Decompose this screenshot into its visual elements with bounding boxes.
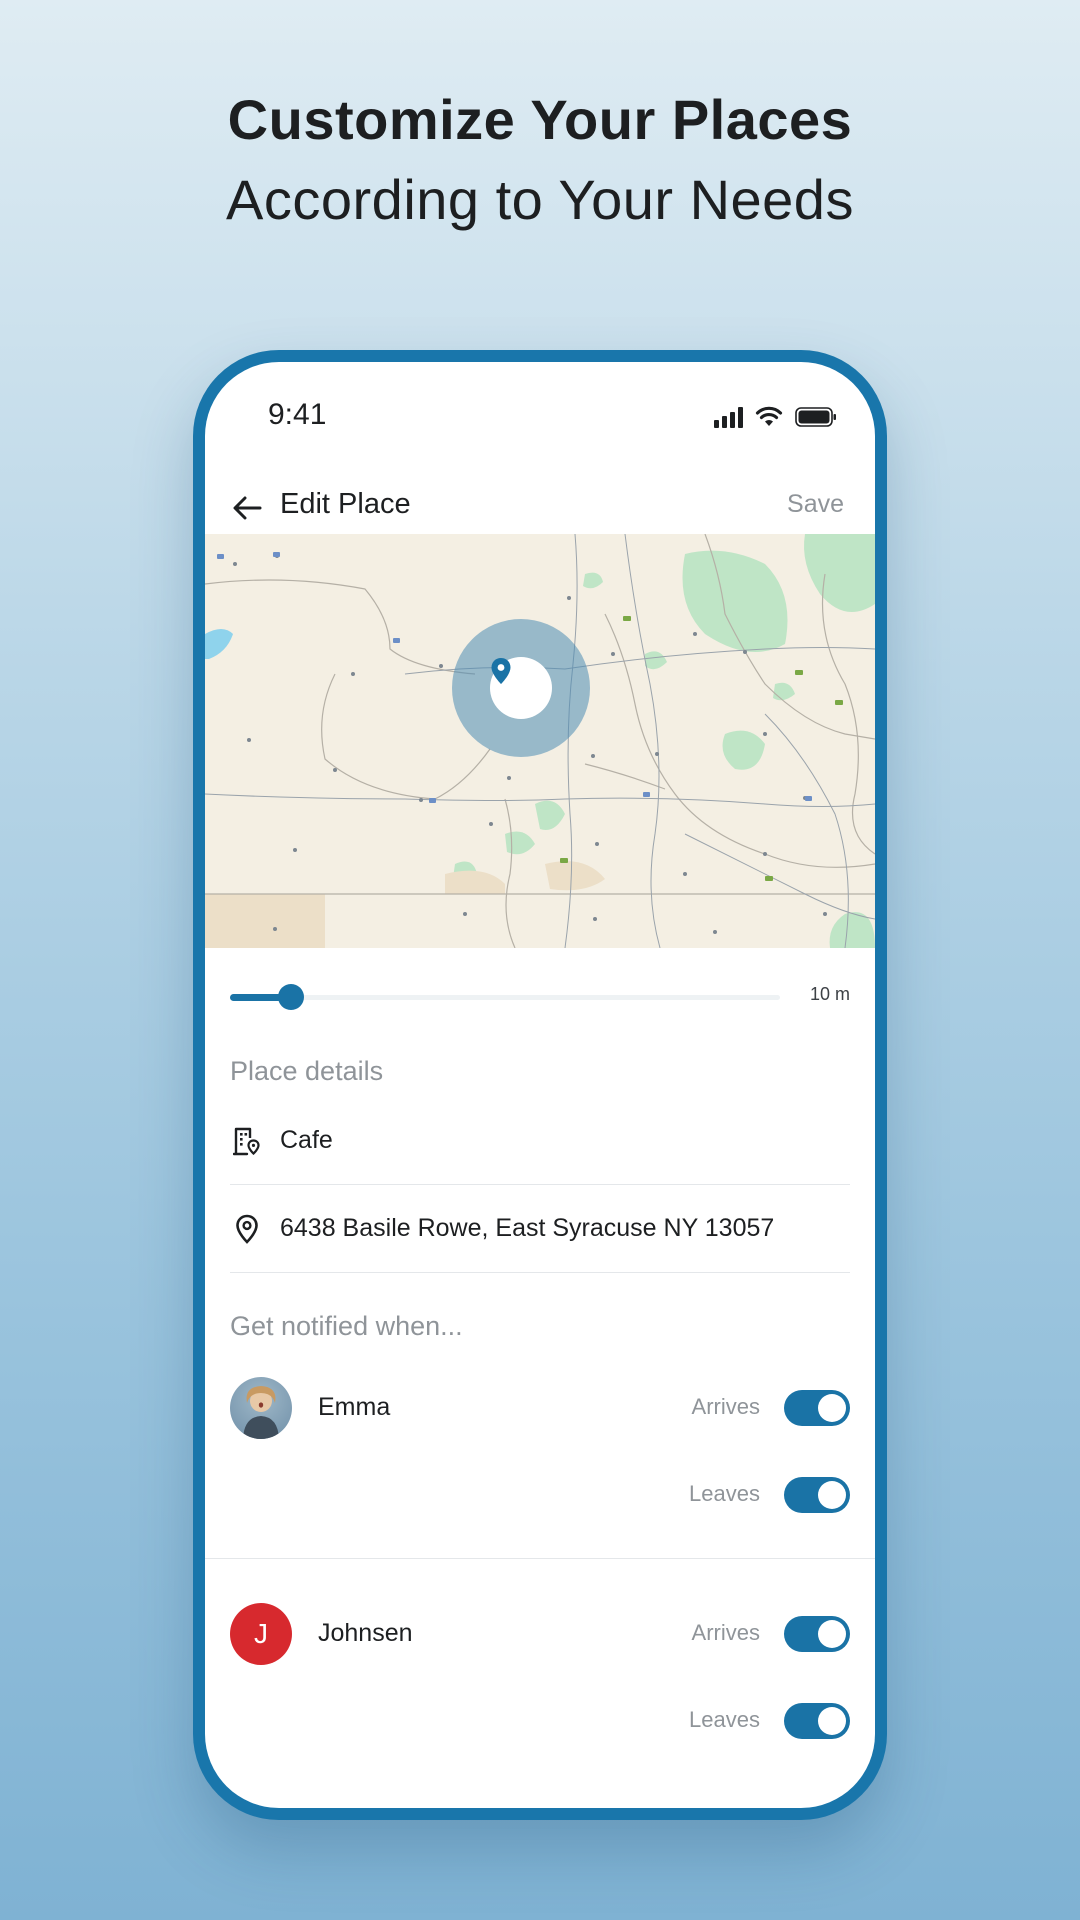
johnsen-leaves-toggle[interactable] <box>784 1703 850 1739</box>
place-address-field[interactable]: 6438 Basile Rowe, East Syracuse NY 13057 <box>230 1186 850 1273</box>
page-title: Edit Place <box>280 488 411 520</box>
save-button[interactable]: Save <box>787 490 844 519</box>
toggle-knob <box>818 1620 846 1648</box>
arrow-left-icon <box>233 496 262 520</box>
person-name: Emma <box>318 1393 391 1421</box>
arrives-label: Arrives <box>691 1620 760 1645</box>
wifi-icon <box>755 406 783 426</box>
emma-leaves-row: Leaves <box>550 1477 850 1513</box>
toggle-knob <box>818 1707 846 1735</box>
place-name-field[interactable]: Cafe <box>230 1098 850 1185</box>
emma-arrives-row: Arrives <box>550 1390 850 1426</box>
leaves-label: Leaves <box>689 1707 760 1732</box>
emma-arrives-toggle[interactable] <box>784 1390 850 1426</box>
building-pin-icon <box>230 1124 264 1158</box>
status-icons <box>714 402 837 428</box>
radius-value: 10 m <box>809 984 850 1004</box>
map-pin-icon <box>491 658 511 684</box>
place-name-value: Cafe <box>280 1126 333 1154</box>
slider-track <box>230 995 780 1000</box>
location-pin-icon <box>230 1212 264 1246</box>
toggle-knob <box>818 1394 846 1422</box>
place-address-value: 6438 Basile Rowe, East Syracuse NY 13057 <box>280 1214 775 1242</box>
place-details-heading: Place details <box>230 1056 384 1086</box>
radius-slider[interactable] <box>230 982 780 1012</box>
emma-leaves-toggle[interactable] <box>784 1477 850 1513</box>
johnsen-leaves-row: Leaves <box>550 1703 850 1739</box>
headline-bold: Customize Your Places <box>227 88 853 151</box>
person-name: Johnsen <box>318 1619 413 1647</box>
headline-regular: According to Your Needs <box>226 168 854 231</box>
notify-heading: Get notified when... <box>230 1311 463 1341</box>
battery-icon <box>795 407 836 427</box>
arrives-label: Arrives <box>691 1394 760 1419</box>
cellular-signal-icon <box>714 406 743 428</box>
status-time: 9:41 <box>268 398 327 431</box>
slider-thumb[interactable] <box>278 984 304 1010</box>
phone-screen: 9:41 Edit Place Save 10 m Place details … <box>205 362 875 1808</box>
divider <box>205 1558 875 1559</box>
pin-marker[interactable] <box>490 657 552 719</box>
johnsen-arrives-row: Arrives <box>550 1616 850 1652</box>
avatar <box>230 1377 292 1439</box>
toggle-knob <box>818 1481 846 1509</box>
promo-headline: Customize Your Places According to Your … <box>0 84 1080 244</box>
back-button[interactable] <box>225 486 269 530</box>
leaves-label: Leaves <box>689 1481 760 1506</box>
map-view[interactable] <box>205 534 875 948</box>
phone-frame: 9:41 Edit Place Save 10 m Place details … <box>193 350 887 1820</box>
avatar-photo <box>243 1386 279 1439</box>
avatar: J <box>230 1603 292 1665</box>
johnsen-arrives-toggle[interactable] <box>784 1616 850 1652</box>
